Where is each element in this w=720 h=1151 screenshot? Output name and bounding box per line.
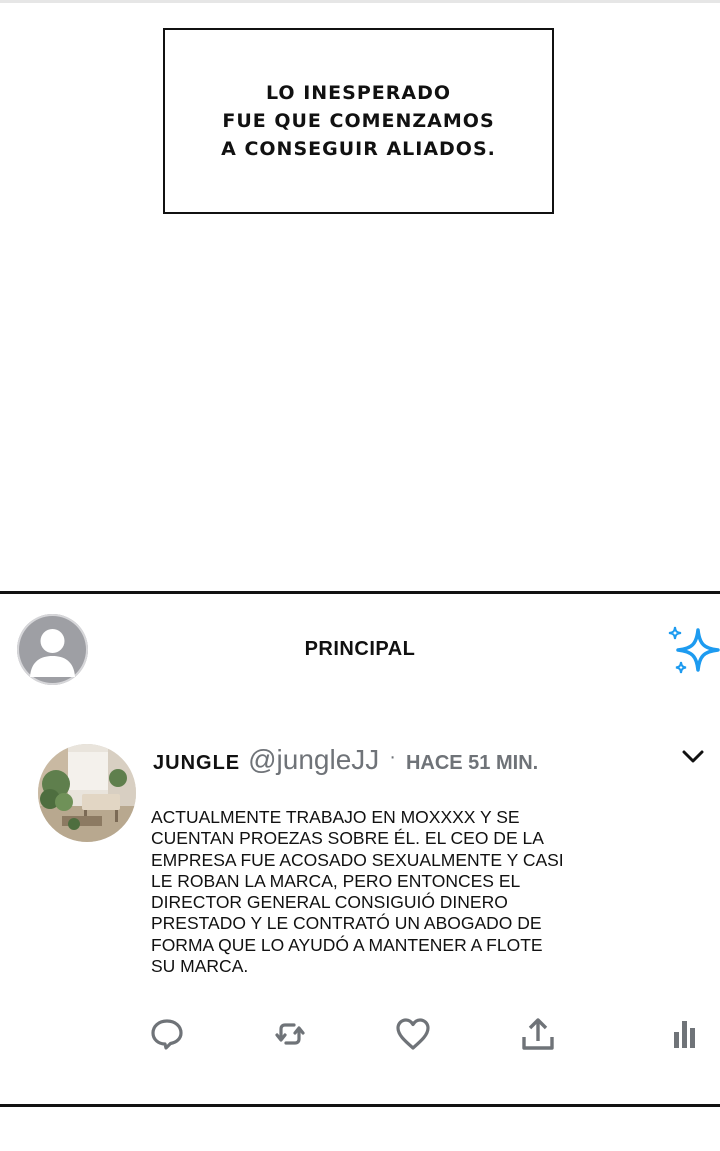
tweet-text: ACTUALMENTE TRABAJO EN MOXXXX Y SE CUENT…	[151, 807, 591, 977]
tweet-text-line: LE ROBAN LA MARCA, PERO ENTONCES EL	[151, 870, 521, 891]
analytics-button[interactable]	[663, 1012, 707, 1056]
tweet-text-line: FORMA QUE LO AYUDÓ A MANTENER A FLOTE	[151, 934, 543, 955]
retweet-button[interactable]	[268, 1012, 312, 1056]
share-upload-icon	[519, 1015, 557, 1053]
tweet-text-line: DIRECTOR GENERAL CONSIGUIÓ DINERO	[151, 892, 508, 913]
tweet-actions	[0, 1012, 720, 1056]
tweet-text-line: SU MARCA.	[151, 956, 249, 977]
share-button[interactable]	[516, 1012, 560, 1056]
tweet-text-line: PRESTADO Y LE CONTRATÓ UN ABOGADO DE	[151, 913, 542, 934]
narration-box: LO INESPERADO FUE QUE COMENZAMOS A CONSE…	[163, 28, 554, 214]
page-title: PRINCIPAL	[304, 638, 416, 660]
tweet-text-line: CUENTAN PROEZAS SOBRE ÉL. EL CEO DE LA	[151, 828, 544, 849]
narration-line-3: A CONSEGUIR ALIADOS.	[221, 138, 496, 160]
chevron-down-icon[interactable]	[681, 749, 705, 765]
author-name[interactable]: JUNGLE	[153, 752, 240, 775]
tweet-text-line: ACTUALMENTE TRABAJO EN MOXXXX Y SE	[151, 807, 520, 827]
social-feed-panel: PRINCIPAL JUNGLE @jungleJJ · HACE 51 MIN…	[0, 591, 720, 1107]
user-avatar[interactable]	[38, 744, 136, 842]
sparkle-icon[interactable]	[666, 624, 720, 680]
narration-line-2: FUE QUE COMENZAMOS	[222, 110, 495, 132]
comment-bubble-icon	[149, 1016, 185, 1052]
reply-button[interactable]	[145, 1012, 189, 1056]
heart-icon	[394, 1015, 432, 1053]
page-top-edge	[0, 0, 720, 3]
bar-chart-icon	[667, 1016, 703, 1052]
tweet-text-line: EMPRESA FUE ACOSADO SEXUALMENTE Y CASI	[151, 849, 564, 870]
like-button[interactable]	[391, 1012, 435, 1056]
narration-line-1: LO INESPERADO	[266, 82, 451, 104]
tweet-timestamp[interactable]: HACE 51 MIN.	[406, 752, 538, 775]
retweet-icon	[272, 1016, 308, 1052]
tweet-header: JUNGLE @jungleJJ · HACE 51 MIN.	[153, 744, 538, 778]
author-handle[interactable]: @jungleJJ	[248, 744, 379, 776]
header-separator: ·	[389, 746, 396, 768]
